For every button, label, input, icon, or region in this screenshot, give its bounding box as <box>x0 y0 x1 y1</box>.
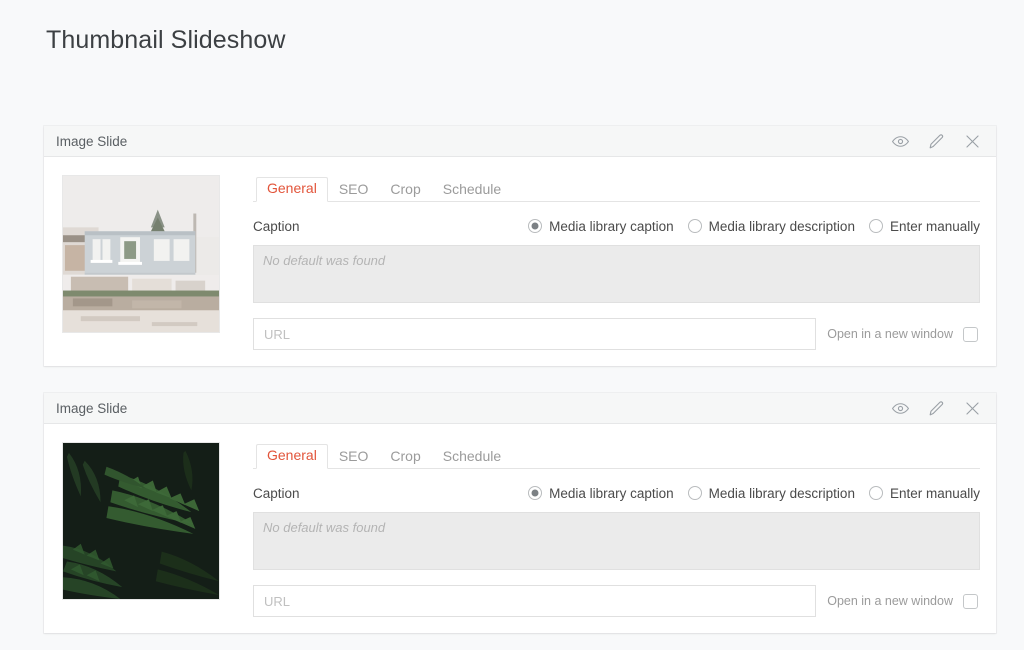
radio-mark <box>528 486 542 500</box>
url-input[interactable]: URL <box>253 585 816 617</box>
radio-media-library-description[interactable]: Media library description <box>688 219 855 234</box>
radio-enter-manually[interactable]: Enter manually <box>869 486 980 501</box>
tab-general[interactable]: General <box>256 444 328 469</box>
radio-mark <box>869 486 883 500</box>
radio-mark <box>688 219 702 233</box>
close-icon[interactable] <box>963 132 982 151</box>
radio-label: Media library description <box>709 219 855 234</box>
slide-tabs: General SEO Crop Schedule <box>253 442 980 469</box>
panel-body: General SEO Crop Schedule Caption Media … <box>44 157 996 370</box>
pencil-icon[interactable] <box>927 132 946 151</box>
radio-label: Enter manually <box>890 219 980 234</box>
slide-form: General SEO Crop Schedule Caption Media … <box>253 175 980 350</box>
caption-source-radio-group: Media library caption Media library desc… <box>528 486 980 501</box>
open-new-window-label: Open in a new window <box>827 327 953 341</box>
caption-textarea[interactable]: No default was found <box>253 245 980 303</box>
caption-row: Caption Media library caption Media libr… <box>253 483 980 503</box>
radio-mark <box>688 486 702 500</box>
panel-header: Image Slide <box>44 393 996 424</box>
image-slide-panel: Image Slide <box>44 393 996 633</box>
slide-tabs: General SEO Crop Schedule <box>253 175 980 202</box>
radio-enter-manually[interactable]: Enter manually <box>869 219 980 234</box>
eye-icon[interactable] <box>891 132 910 151</box>
radio-media-library-caption[interactable]: Media library caption <box>528 486 674 501</box>
eye-icon[interactable] <box>891 399 910 418</box>
caption-textarea[interactable]: No default was found <box>253 512 980 570</box>
tab-crop[interactable]: Crop <box>379 178 431 202</box>
caption-label: Caption <box>253 219 528 234</box>
page-title: Thumbnail Slideshow <box>46 26 286 55</box>
panel-header: Image Slide <box>44 126 996 157</box>
panel-body: General SEO Crop Schedule Caption Media … <box>44 424 996 637</box>
radio-mark <box>528 219 542 233</box>
tab-seo[interactable]: SEO <box>328 445 380 469</box>
slide-thumbnail[interactable] <box>62 442 220 600</box>
url-row: URL Open in a new window <box>253 585 980 617</box>
tab-schedule[interactable]: Schedule <box>432 445 512 469</box>
caption-label: Caption <box>253 486 528 501</box>
tab-schedule[interactable]: Schedule <box>432 178 512 202</box>
close-icon[interactable] <box>963 399 982 418</box>
tab-crop[interactable]: Crop <box>379 445 431 469</box>
panel-header-title: Image Slide <box>56 401 891 416</box>
open-new-window-control: Open in a new window <box>827 327 980 342</box>
caption-row: Caption Media library caption Media libr… <box>253 216 980 236</box>
open-new-window-checkbox[interactable] <box>963 594 978 609</box>
radio-label: Enter manually <box>890 486 980 501</box>
panel-header-actions <box>891 399 982 418</box>
radio-label: Media library caption <box>549 486 674 501</box>
radio-label: Media library description <box>709 486 855 501</box>
url-input[interactable]: URL <box>253 318 816 350</box>
tab-general[interactable]: General <box>256 177 328 202</box>
tab-seo[interactable]: SEO <box>328 178 380 202</box>
radio-mark <box>869 219 883 233</box>
caption-source-radio-group: Media library caption Media library desc… <box>528 219 980 234</box>
panel-header-actions <box>891 132 982 151</box>
open-new-window-label: Open in a new window <box>827 594 953 608</box>
panel-header-title: Image Slide <box>56 134 891 149</box>
slide-thumbnail[interactable] <box>62 175 220 333</box>
url-row: URL Open in a new window <box>253 318 980 350</box>
open-new-window-control: Open in a new window <box>827 594 980 609</box>
radio-media-library-caption[interactable]: Media library caption <box>528 219 674 234</box>
radio-label: Media library caption <box>549 219 674 234</box>
open-new-window-checkbox[interactable] <box>963 327 978 342</box>
slide-form: General SEO Crop Schedule Caption Media … <box>253 442 980 617</box>
radio-media-library-description[interactable]: Media library description <box>688 486 855 501</box>
pencil-icon[interactable] <box>927 399 946 418</box>
image-slide-panel: Image Slide <box>44 126 996 366</box>
